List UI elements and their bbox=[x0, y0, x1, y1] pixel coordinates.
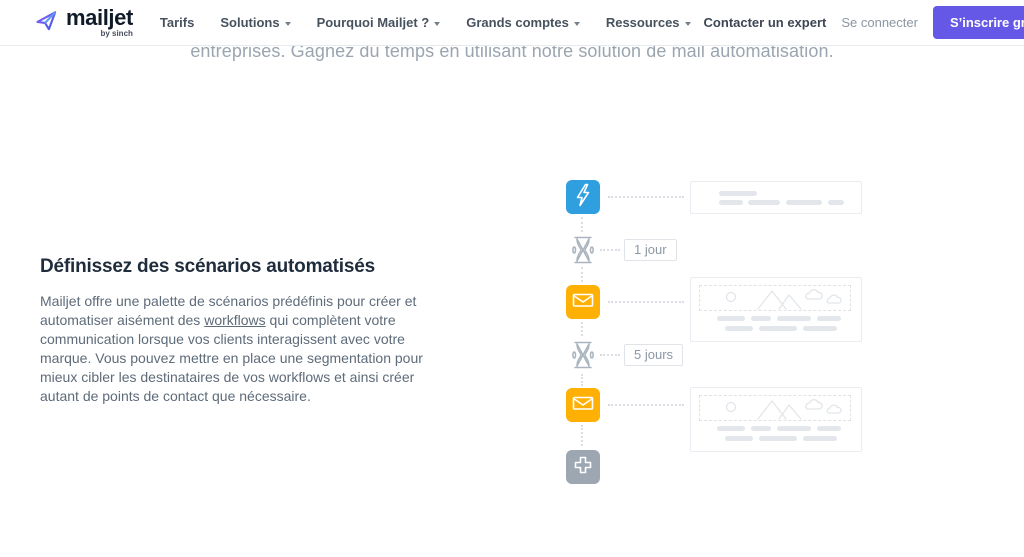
placeholder-bar bbox=[717, 426, 745, 431]
add-step-node bbox=[566, 450, 600, 484]
dotted-connector bbox=[600, 249, 620, 251]
envelope-icon bbox=[566, 283, 600, 322]
placeholder-bar bbox=[717, 316, 745, 321]
trigger-node bbox=[566, 180, 600, 214]
section-title: Définissez des scénarios automatisés bbox=[40, 256, 448, 278]
login-link[interactable]: Se connecter bbox=[841, 15, 918, 30]
logo-brand-text: mailjet bbox=[66, 7, 133, 29]
placeholder-bar bbox=[786, 200, 822, 205]
cloud-shape bbox=[827, 405, 841, 413]
paper-plane-icon bbox=[34, 8, 59, 38]
dotted-connector bbox=[608, 196, 684, 198]
image-placeholder bbox=[699, 395, 851, 421]
logo-byline-text: by sinch bbox=[100, 30, 132, 38]
placeholder-bar bbox=[759, 326, 797, 331]
nav-item-pourquoi-mailjet[interactable]: Pourquoi Mailjet ? bbox=[304, 15, 454, 30]
placeholder-bar bbox=[719, 200, 743, 205]
mountain-shape bbox=[779, 405, 801, 419]
cloud-shape bbox=[827, 295, 841, 303]
dotted-connector bbox=[600, 354, 620, 356]
nav-item-label: Tarifs bbox=[160, 15, 194, 30]
section-paragraph: Mailjet offre une palette de scénarios p… bbox=[40, 292, 448, 406]
mailjet-logo[interactable]: mailjet by sinch bbox=[34, 7, 133, 38]
chevron-down-icon bbox=[685, 22, 691, 26]
hourglass-icon bbox=[572, 235, 594, 265]
cloud-shape bbox=[806, 290, 822, 299]
mountain-shape bbox=[779, 295, 801, 309]
nav-item-grands-comptes[interactable]: Grands comptes bbox=[453, 15, 593, 30]
dotted-connector bbox=[608, 404, 684, 406]
placeholder-bar bbox=[777, 426, 811, 431]
scenarios-section: Définissez des scénarios automatisés Mai… bbox=[40, 256, 448, 406]
mountain-shape bbox=[758, 291, 786, 309]
placeholder-bar bbox=[828, 200, 844, 205]
dotted-connector bbox=[581, 322, 583, 336]
placeholder-bar bbox=[817, 316, 841, 321]
placeholder-bar bbox=[817, 426, 841, 431]
placeholder-bar bbox=[759, 436, 797, 441]
dotted-connector bbox=[581, 217, 583, 232]
envelope-icon bbox=[566, 386, 600, 425]
sun-shape bbox=[727, 403, 736, 412]
placeholder-bar bbox=[725, 436, 753, 441]
header-actions: Contacter un expert Se connecter S’inscr… bbox=[704, 6, 1024, 39]
dotted-connector bbox=[581, 267, 583, 282]
email-preview-card bbox=[690, 277, 862, 342]
nav-item-tarifs[interactable]: Tarifs bbox=[147, 15, 207, 30]
nav-item-label: Grands comptes bbox=[466, 15, 569, 30]
nav-item-label: Pourquoi Mailjet ? bbox=[317, 15, 430, 30]
email-preview-card bbox=[690, 181, 862, 214]
placeholder-bar bbox=[803, 436, 837, 441]
sun-shape bbox=[727, 293, 736, 302]
nav-item-solutions[interactable]: Solutions bbox=[207, 15, 303, 30]
mountain-shape bbox=[758, 401, 786, 419]
dotted-connector bbox=[581, 425, 583, 446]
image-placeholder bbox=[699, 285, 851, 311]
dotted-connector bbox=[608, 301, 684, 303]
placeholder-bar bbox=[803, 326, 837, 331]
placeholder-bar bbox=[777, 316, 811, 321]
delay-label: 1 jour bbox=[624, 239, 677, 261]
placeholder-bar bbox=[725, 326, 753, 331]
chevron-down-icon bbox=[574, 22, 580, 26]
placeholder-bar bbox=[719, 191, 757, 196]
placeholder-bar bbox=[751, 426, 771, 431]
delay-label: 5 jours bbox=[624, 344, 683, 366]
email-preview-card bbox=[690, 387, 862, 452]
placeholder-bar bbox=[748, 200, 780, 205]
chevron-down-icon bbox=[434, 22, 440, 26]
chevron-down-icon bbox=[285, 22, 291, 26]
email-node bbox=[566, 388, 600, 422]
lightning-icon bbox=[566, 178, 600, 217]
placeholder-bar bbox=[751, 316, 771, 321]
dotted-connector bbox=[581, 374, 583, 386]
main-nav: Tarifs Solutions Pourquoi Mailjet ? Gran… bbox=[147, 15, 704, 30]
signup-button[interactable]: S’inscrire gratuitement bbox=[933, 6, 1024, 39]
top-navbar: mailjet by sinch Tarifs Solutions Pourqu… bbox=[0, 0, 1024, 46]
email-node bbox=[566, 285, 600, 319]
contact-expert-link[interactable]: Contacter un expert bbox=[704, 15, 827, 30]
workflows-link[interactable]: workflows bbox=[204, 312, 265, 328]
nav-item-label: Solutions bbox=[220, 15, 279, 30]
cloud-shape bbox=[806, 400, 822, 409]
plus-icon bbox=[566, 448, 600, 487]
nav-item-ressources[interactable]: Ressources bbox=[593, 15, 704, 30]
hourglass-icon bbox=[572, 340, 594, 370]
nav-item-label: Ressources bbox=[606, 15, 680, 30]
